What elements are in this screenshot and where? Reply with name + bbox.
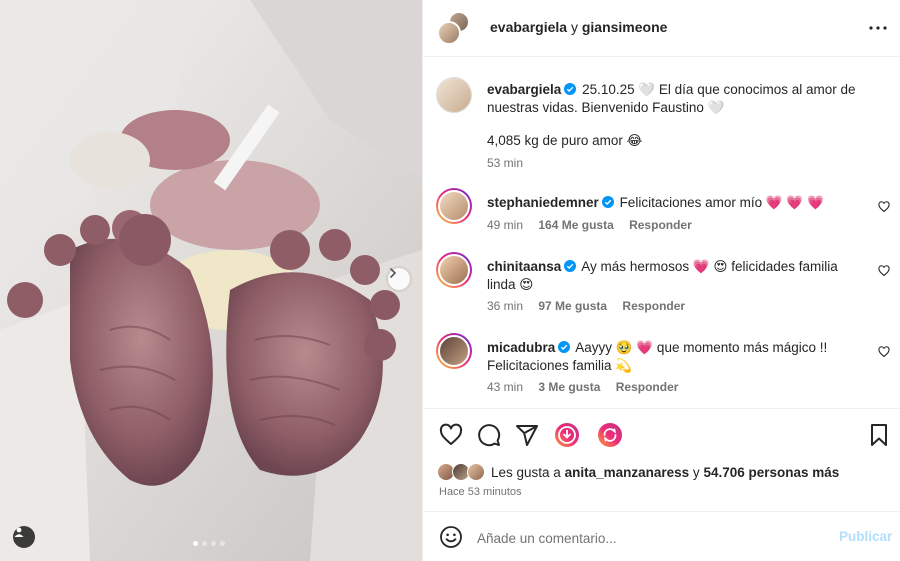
heart-icon[interactable] [878,346,890,358]
comment-icon [478,424,501,447]
user-tag-button[interactable] [13,526,35,548]
post-side-panel: evabargiela y giansimeone evabargiela 25… [422,0,900,561]
comment-likes[interactable]: 164 Me gusta [538,218,613,232]
heart-icon[interactable] [878,201,890,213]
comment-input[interactable] [477,528,817,548]
comment-username[interactable]: stephaniedemner [487,195,599,210]
author-username[interactable]: evabargiela [490,19,567,35]
comment-text: Felicitaciones amor mío 💗 💗 💗 [619,195,824,210]
heart-icon [439,423,463,445]
post-actions: Les gusta a anita_manzanaress y 54.706 p… [423,408,900,511]
avatar[interactable] [436,333,472,369]
share-icon [516,425,538,446]
remix-icon [598,423,622,447]
comment-item: stephaniedemner Felicitaciones amor mío … [423,188,900,258]
verified-icon [558,341,571,353]
comment-username[interactable]: micadubra [487,340,555,355]
carousel-dot [202,541,207,546]
more-options-button[interactable] [866,16,890,40]
avatar[interactable] [436,77,472,113]
comment-likes[interactable]: 3 Me gusta [538,380,600,394]
chevron-right-icon [390,268,397,278]
remix-button[interactable] [597,422,623,448]
emoji-button[interactable] [439,525,463,549]
likes-summary: Les gusta a anita_manzanaress y 54.706 p… [437,463,839,481]
comment-button[interactable] [476,422,502,448]
post-timestamp[interactable]: Hace 53 minutos [439,486,522,498]
comment-username[interactable]: chinitaansa [487,259,561,274]
avatar[interactable] [436,188,472,224]
caption-username[interactable]: evabargiela [487,82,561,97]
emoji-icon [440,526,462,548]
collab-avatars[interactable] [437,11,471,45]
carousel-next-button[interactable] [388,268,410,290]
verified-icon [564,260,577,272]
post-caption: evabargiela 25.10.25 🤍 El día que conoci… [423,75,900,175]
more-horizontal-icon [869,26,887,30]
carousel-dot [220,541,225,546]
reply-button[interactable]: Responder [622,299,685,313]
reply-button[interactable]: Responder [629,218,692,232]
comment-item: chinitaansa Ay más hermosos 💗 😍 felicida… [423,252,900,332]
comment-time: 36 min [487,299,524,313]
avatar[interactable] [436,252,472,288]
heart-icon[interactable] [878,265,890,277]
like-button[interactable] [438,422,464,448]
liker-username[interactable]: anita_manzanaress [565,465,690,480]
carousel-dot [193,541,198,546]
share-button[interactable] [514,422,540,448]
liker-avatars[interactable] [437,463,487,481]
add-comment-bar: Publicar [423,511,900,561]
newborn-feet-photo [0,0,422,561]
comment-likes[interactable]: 97 Me gusta [538,299,607,313]
comment-item: micadubra Aayyy 🥹 💗 que momento más mági… [423,333,900,407]
post-authors: evabargiela y giansimeone [490,19,668,35]
post-media[interactable] [0,0,422,561]
sticker-button[interactable] [554,422,580,448]
carousel-indicator [193,541,225,546]
user-tag-icon [14,527,24,537]
author-username[interactable]: giansimeone [582,19,668,35]
bookmark-icon [871,424,887,446]
comments-list[interactable]: evabargiela 25.10.25 🤍 El día que conoci… [423,57,900,407]
verified-icon [601,196,614,208]
save-button[interactable] [866,422,892,448]
carousel-dot [211,541,216,546]
verified-icon [564,83,577,95]
comment-time: 43 min [487,380,524,394]
avatar [437,21,461,45]
post-header: evabargiela y giansimeone [423,0,900,57]
post-comment-button[interactable]: Publicar [839,529,892,544]
reply-button[interactable]: Responder [616,380,679,394]
likes-count[interactable]: 54.706 personas más [703,465,839,480]
caption-time: 53 min [487,156,524,170]
comment-time: 49 min [487,218,524,232]
sticker-icon [555,423,579,447]
caption-text-line2: 4,085 kg de puro amor 😂 [487,133,643,148]
